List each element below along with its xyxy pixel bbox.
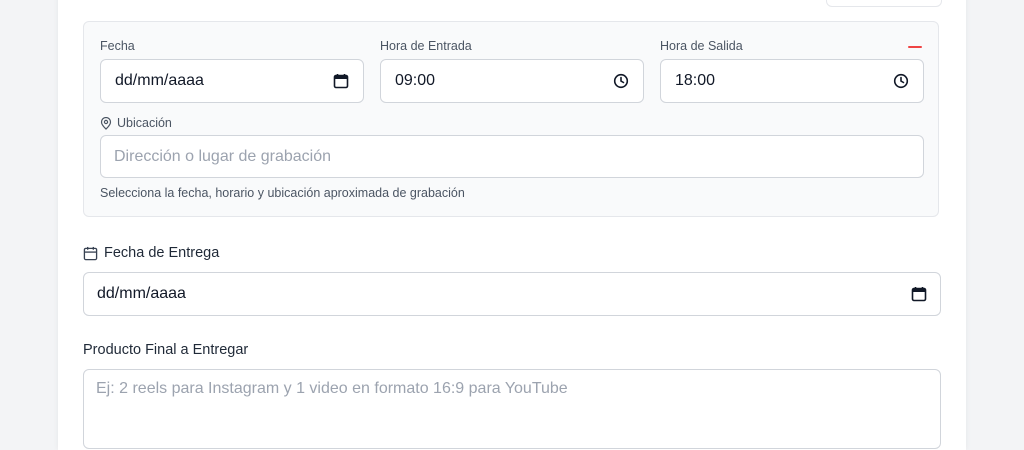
delivery-date-input[interactable]: dd/mm/aaaa (83, 272, 941, 316)
date-label: Fecha (100, 39, 135, 53)
top-button-stub[interactable] (826, 0, 942, 7)
product-label: Producto Final a Entregar (83, 342, 249, 358)
product-textarea[interactable]: Ej: 2 reels para Instagram y 1 video en … (83, 369, 941, 449)
date-input[interactable]: dd/mm/aaaa (100, 59, 364, 103)
clock-icon[interactable] (893, 73, 909, 89)
delivery-date-label-row: Fecha de Entrega (83, 245, 219, 261)
start-time-label: Hora de Entrada (380, 39, 472, 53)
end-time-value: 18:00 (675, 72, 716, 89)
date-input-value: dd/mm/aaaa (115, 72, 204, 89)
location-placeholder: Dirección o lugar de grabación (114, 147, 332, 165)
clock-icon[interactable] (613, 73, 629, 89)
calendar-icon (83, 246, 98, 261)
location-label-row: Ubicación (100, 116, 172, 130)
calendar-icon[interactable] (911, 286, 927, 302)
product-placeholder: Ej: 2 reels para Instagram y 1 video en … (96, 380, 568, 397)
start-time-value: 09:00 (395, 72, 436, 89)
start-time-input[interactable]: 09:00 (380, 59, 644, 103)
session-help-text: Selecciona la fecha, horario y ubicación… (100, 186, 465, 200)
calendar-icon[interactable] (333, 73, 349, 89)
location-input[interactable]: Dirección o lugar de grabación (100, 135, 924, 178)
minus-icon[interactable] (908, 46, 922, 48)
delivery-date-label: Fecha de Entrega (104, 245, 220, 261)
delivery-date-value: dd/mm/aaaa (97, 285, 186, 302)
location-label: Ubicación (117, 116, 172, 130)
end-time-input[interactable]: 18:00 (660, 59, 924, 103)
map-pin-icon (100, 116, 112, 130)
end-time-label: Hora de Salida (660, 39, 743, 53)
